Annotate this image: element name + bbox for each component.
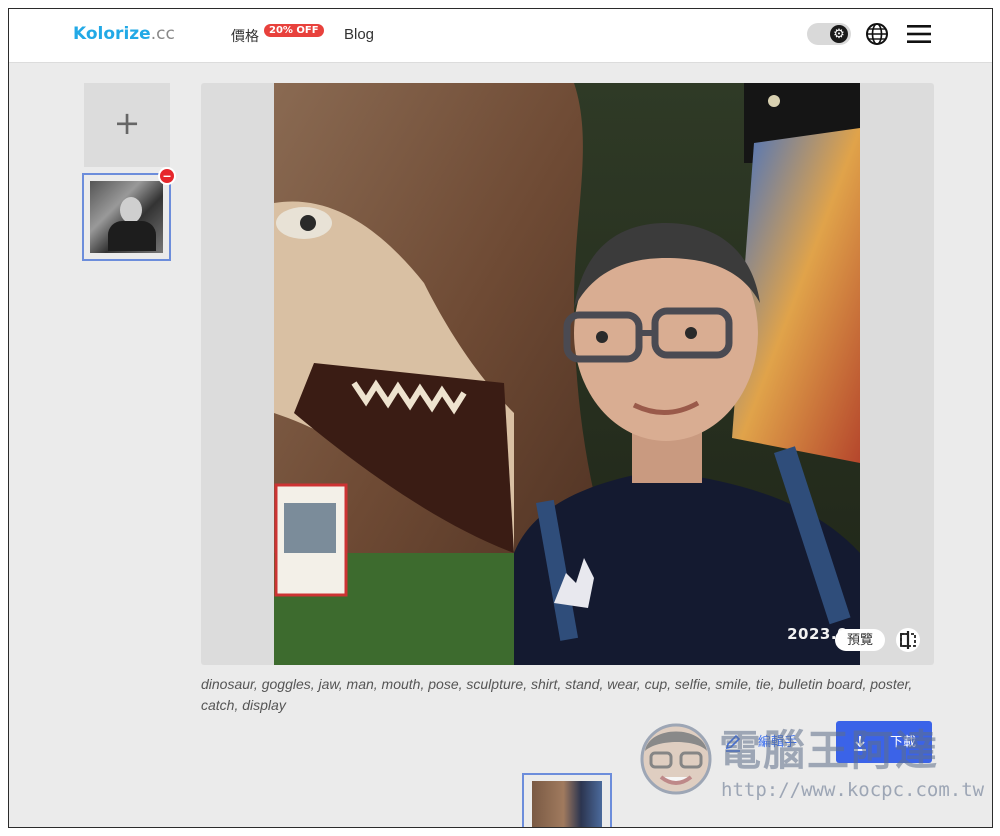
logo-name: Kolorize	[73, 24, 151, 44]
logo[interactable]: Kolorize.cc	[73, 24, 175, 44]
photo-illustration	[274, 83, 860, 665]
result-thumbnail-image	[532, 781, 602, 827]
compare-button[interactable]	[896, 628, 920, 652]
globe-icon[interactable]	[865, 22, 889, 46]
watermark-url: http://www.kocpc.com.tw	[721, 779, 985, 801]
plus-icon: +	[113, 104, 141, 142]
nav-pricing-link[interactable]: 價格	[231, 26, 259, 46]
remove-image-minus-icon[interactable]: –	[158, 167, 176, 185]
result-thumbnail[interactable]	[522, 773, 612, 827]
preview-button[interactable]: 預覽	[835, 629, 885, 651]
logo-tld: .cc	[150, 24, 175, 44]
watermark: 電腦王阿達 http://www.kocpc.com.tw	[629, 709, 984, 809]
app-window: Kolorize.cc 價格 20% OFF Blog ⚙ + – 2023.0…	[8, 8, 993, 828]
thumbnail-face	[120, 197, 142, 223]
add-image-button[interactable]: +	[84, 83, 170, 167]
thumbnail-body	[108, 221, 156, 251]
nav-blog-link[interactable]: Blog	[344, 26, 374, 43]
image-viewer: 2023.0 預覽	[201, 83, 934, 665]
gear-icon: ⚙	[830, 25, 848, 43]
colorized-photo: 2023.0	[274, 83, 860, 665]
hamburger-menu-icon[interactable]	[907, 24, 931, 44]
theme-toggle[interactable]: ⚙	[807, 23, 851, 45]
selected-image-thumbnail[interactable]	[82, 173, 171, 261]
watermark-face-logo	[640, 723, 712, 795]
thumbnail-image	[90, 181, 163, 253]
watermark-title: 電腦王阿達	[719, 726, 940, 775]
top-nav-bar: Kolorize.cc 價格 20% OFF Blog ⚙	[9, 9, 992, 63]
discount-badge: 20% OFF	[264, 24, 324, 37]
split-compare-icon	[900, 631, 916, 649]
